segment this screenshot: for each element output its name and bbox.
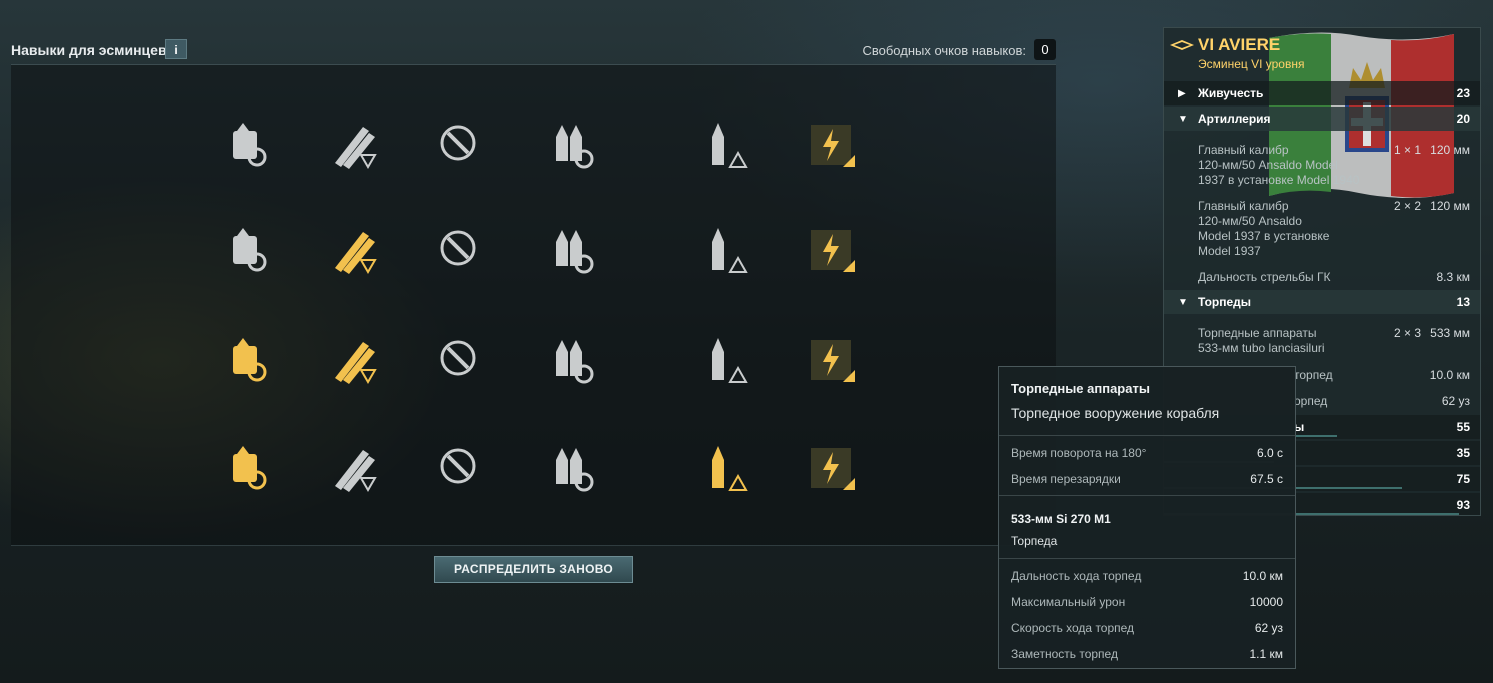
reload-time-row: Время перезарядки 67.5 с [1011,472,1283,486]
radar-arrow-icon[interactable] [430,438,490,498]
ship-class: Эсминец VI уровня [1198,57,1305,71]
no-entry-icon[interactable] [430,115,490,175]
divider [999,435,1295,436]
free-points-value: 0 [1034,39,1056,60]
category-artillery[interactable]: ▼ Артиллерия 20 [1164,107,1480,131]
ammo-timer-icon[interactable] [430,220,490,280]
torpedo-damage-row: Максимальный урон 10000 [1011,595,1283,609]
turret-rotation-icon[interactable] [217,115,277,175]
torpedo-tubes[interactable]: Торпедные аппараты 533-мм tubo lanciasil… [1164,326,1480,358]
turn-time-row: Время поворота на 180° 6.0 с [1011,446,1283,460]
torpedo-tooltip: Торпедные аппараты Торпедное вооружение … [998,366,1296,669]
propeller-wheel-icon[interactable] [801,220,861,280]
skills-header: Навыки для эсминцев i Свободных очков на… [11,38,1056,62]
torpedo-type: Торпеда [1011,534,1058,548]
ship-side-icon[interactable] [801,330,861,390]
fire-shield-icon[interactable] [540,330,600,390]
page-title: Навыки для эсминцев [11,42,167,58]
torpedo-range-row: Дальность хода торпед 10.0 км [1011,569,1283,583]
info-button[interactable]: i [165,39,187,59]
shell-barrels-icon[interactable] [540,220,600,280]
turret-reload-icon[interactable] [540,438,600,498]
ship-name: VI AVIERE [1198,35,1281,54]
tooltip-subtitle: Торпедное вооружение корабля [1011,405,1220,421]
divider [999,558,1295,559]
main-battery-1: Главный калибр 120-мм/50 Ansaldo Model 1… [1198,143,1470,187]
warning-crosshair-icon[interactable] [690,220,750,280]
category-survivability[interactable]: ▶ Живучесть 23 [1164,81,1480,105]
torpedo-alert-icon[interactable] [323,115,383,175]
skill-grid [11,64,1056,546]
collapse-arrow-icon: ▼ [1178,114,1188,125]
torpedo-reload-icon[interactable] [323,330,383,390]
destroyer-class-icon [1170,40,1194,50]
crew-upgrade-double-icon[interactable] [217,438,277,498]
ship-header: VI AVIERE Эсминец VI уровня [1164,28,1480,78]
reset-skills-button[interactable]: РАСПРЕДЕЛИТЬ ЗАНОВО [434,556,633,583]
lightning-icon[interactable] [801,115,861,175]
collapse-arrow-icon: ▼ [1178,297,1188,308]
shell-warning-icon[interactable] [690,115,750,175]
propeller-up-icon[interactable] [323,438,383,498]
crew-upgrade-icon[interactable] [217,330,277,390]
category-torpedoes[interactable]: ▼ Торпеды 13 [1164,290,1480,314]
expand-arrow-icon: ▶ [1178,88,1186,99]
ammo-rack-icon[interactable] [690,330,750,390]
tooltip-title: Торпедные аппараты [1011,381,1150,396]
torpedo-speed-row: Скорость хода торпед 62 уз [1011,621,1283,635]
divider [999,495,1295,496]
ship-front-icon[interactable] [801,438,861,498]
main-battery-range: Дальность стрельбы ГК 8.3 км [1198,270,1470,284]
fire-icon[interactable] [217,220,277,280]
torpedo-name: 533-мм Si 270 M1 [1011,512,1111,526]
warning-down-icon[interactable] [690,438,750,498]
crossed-swords-icon[interactable] [430,330,490,390]
free-points-label: Свободных очков навыков: [862,43,1026,58]
shell-reload-icon[interactable] [540,115,600,175]
main-battery-2: Главный калибр 120-мм/50 Ansaldo Model 1… [1198,199,1470,258]
torpedo-detect-row: Заметность торпед 1.1 км [1011,647,1283,661]
torpedo-speed-icon[interactable] [323,220,383,280]
